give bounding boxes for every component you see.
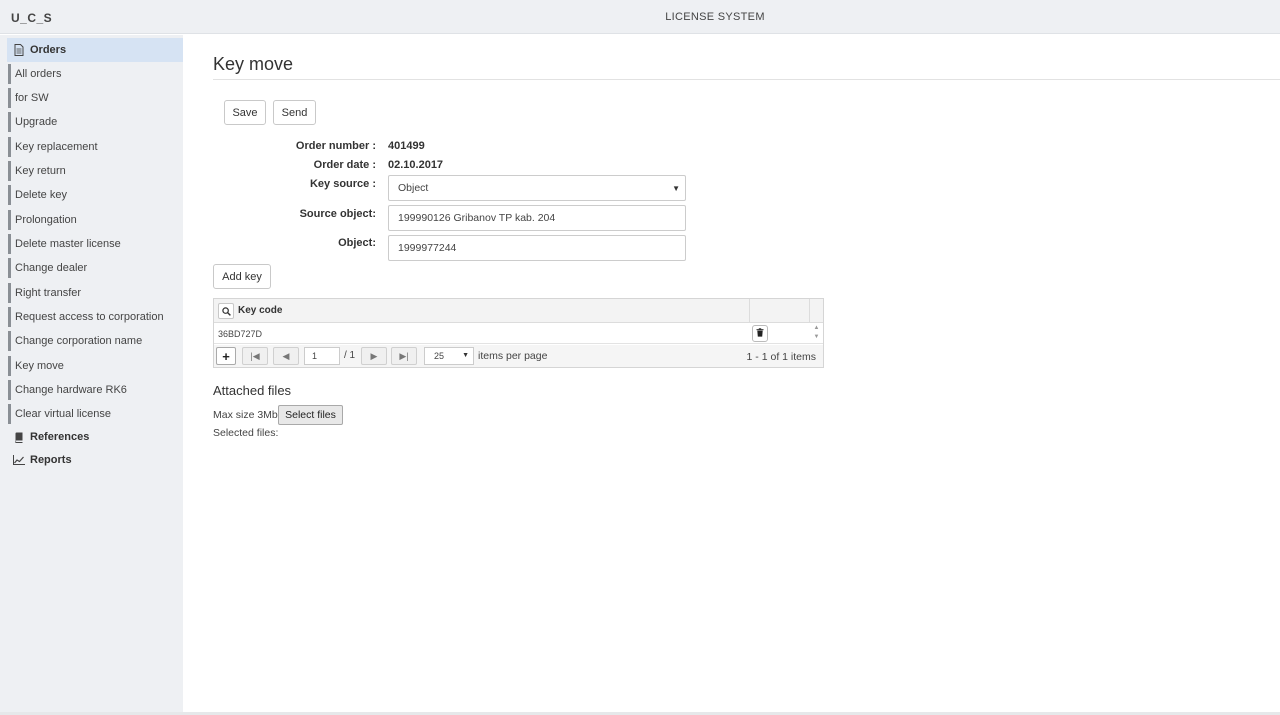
order-number-label: Order number :	[295, 140, 376, 152]
prev-page-icon[interactable]: ◀	[273, 347, 299, 365]
selected-files-label: Selected files:	[213, 427, 279, 439]
order-number-value: 401499	[388, 140, 425, 152]
object-field[interactable]: 1999977244	[388, 235, 686, 261]
last-page-icon[interactable]: ▶|	[391, 347, 417, 365]
grid-header: Key code	[214, 299, 823, 323]
table-row[interactable]: 36BD727D ▲ ▼	[214, 323, 823, 344]
trash-icon	[756, 327, 764, 340]
key-grid: Key code 36BD727D ▲ ▼ + |◀ ◀ 1 / 1 ▶ ▶| 2…	[213, 298, 824, 368]
order-date-value: 02.10.2017	[388, 159, 444, 171]
max-size-label: Max size 3Mb	[213, 409, 278, 421]
sidebar-section-orders-label: Orders	[30, 44, 67, 56]
sidebar: Orders All orders for SW Upgrade Key rep…	[0, 35, 183, 712]
sidebar-item-all-orders[interactable]: All orders	[8, 64, 183, 84]
page-count: / 1	[344, 350, 356, 361]
sidebar-section-orders[interactable]: Orders	[7, 38, 183, 62]
sidebar-item-change-corporation-name[interactable]: Change corporation name	[8, 331, 183, 351]
page-title: Key move	[213, 54, 294, 74]
key-code-cell: 36BD727D	[218, 329, 263, 339]
source-object-label: Source object:	[299, 208, 376, 220]
items-per-page-label: items per page	[478, 350, 548, 362]
next-page-icon[interactable]: ▶	[361, 347, 387, 365]
source-object-field[interactable]: 199990126 Gribanov TP kab. 204	[388, 205, 686, 231]
dropdown-caret-icon: ▼	[672, 184, 680, 193]
order-date-label: Order date :	[313, 159, 376, 171]
title-divider	[213, 79, 1280, 80]
send-button[interactable]: Send	[273, 100, 316, 125]
sidebar-item-key-replacement[interactable]: Key replacement	[8, 137, 183, 157]
page-number-input[interactable]: 1	[304, 347, 340, 365]
book-icon	[12, 430, 26, 444]
page-size-value: 25	[434, 351, 445, 361]
object-label: Object:	[338, 237, 376, 249]
sidebar-item-prolongation[interactable]: Prolongation	[8, 210, 183, 230]
sidebar-section-references[interactable]: References	[7, 425, 183, 449]
line-chart-icon	[12, 453, 26, 467]
dropdown-caret-icon: ▼	[462, 352, 469, 359]
sidebar-section-references-label: References	[30, 431, 90, 443]
select-files-button[interactable]: Select files	[278, 405, 343, 425]
sidebar-item-change-hardware-rk6[interactable]: Change hardware RK6	[8, 380, 183, 400]
page-size-select[interactable]: 25 ▼	[424, 347, 474, 365]
column-divider	[809, 299, 810, 323]
sidebar-item-right-transfer[interactable]: Right transfer	[8, 283, 183, 303]
save-button[interactable]: Save	[224, 100, 266, 125]
sidebar-item-clear-virtual-license[interactable]: Clear virtual license	[8, 404, 183, 424]
sidebar-item-key-move[interactable]: Key move	[8, 356, 183, 376]
sidebar-item-request-access[interactable]: Request access to corporation	[8, 307, 183, 327]
add-key-button[interactable]: Add key	[213, 264, 271, 289]
first-page-icon[interactable]: |◀	[242, 347, 268, 365]
app-title: LICENSE SYSTEM	[665, 11, 765, 23]
sidebar-item-change-dealer[interactable]: Change dealer	[8, 258, 183, 278]
add-row-button[interactable]: +	[216, 347, 236, 365]
sidebar-item-delete-master-license[interactable]: Delete master license	[8, 234, 183, 254]
sidebar-item-for-sw[interactable]: for SW	[8, 88, 183, 108]
grid-scrollbar[interactable]: ▲ ▼	[811, 324, 822, 342]
sidebar-item-delete-key[interactable]: Delete key	[8, 185, 183, 205]
sidebar-section-reports-label: Reports	[30, 454, 72, 466]
column-header-key-code[interactable]: Key code	[238, 305, 282, 316]
key-source-select[interactable]: Object ▼	[388, 175, 686, 201]
delete-row-button[interactable]	[752, 325, 768, 342]
top-bar: U_C_S LICENSE SYSTEM	[0, 0, 1280, 34]
attached-files-title: Attached files	[213, 383, 292, 398]
pager-info: 1 - 1 of 1 items	[746, 351, 816, 363]
key-source-label: Key source :	[309, 178, 376, 190]
sidebar-item-key-return[interactable]: Key return	[8, 161, 183, 181]
search-icon[interactable]	[218, 303, 234, 319]
sidebar-section-reports[interactable]: Reports	[7, 448, 183, 472]
sidebar-item-upgrade[interactable]: Upgrade	[8, 112, 183, 132]
key-source-value: Object	[398, 182, 429, 194]
document-icon	[12, 43, 26, 57]
column-divider	[749, 299, 750, 323]
grid-pager: + |◀ ◀ 1 / 1 ▶ ▶| 25 ▼ items per page 1 …	[214, 345, 823, 367]
main-content: Key move Save Send Order number : 401499…	[183, 35, 1280, 712]
